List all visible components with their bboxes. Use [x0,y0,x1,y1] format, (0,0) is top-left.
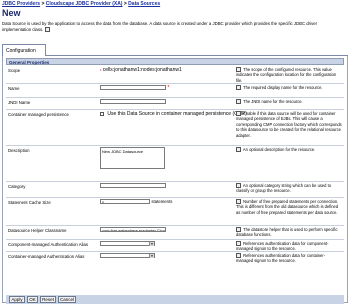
jndi-name-help-text: The JNDI name for the resource. [243,99,303,104]
category-value [100,183,166,189]
name-label: Name [8,86,20,91]
row-container-managed-persistence: Container managed persistence Use this D… [6,110,344,146]
name-help: The required display name for the resour… [236,85,342,91]
helper-classname-value: com.ibm.websphere.rsadapter.Clou [100,227,166,233]
help-icon[interactable] [44,27,50,33]
row-scope: Scope • cells:jonathanw1:nodes:jonathanw… [6,66,344,84]
scope-bullet: • [100,67,102,72]
statement-cache-size-value: 0 statements [100,199,172,205]
name-help-text: The required display name for the resour… [243,85,323,90]
statement-cache-size-input[interactable]: 0 [100,199,150,204]
breadcrumb-separator: > [123,1,127,7]
description-value: New JDBC Datasource [100,147,165,169]
apply-button[interactable]: Apply [9,296,25,303]
helper-classname-help: The datastore helper that is used to per… [236,227,342,238]
row-jndi-name: JNDI Name The JNDI name for the resource… [6,98,344,110]
name-value: * [100,85,169,91]
scope-value: • cells:jonathanw1:nodes:jonathanw1 [100,67,182,73]
helper-classname-label: Datasource Helper Classname [8,228,67,233]
container-auth-alias-select[interactable]: ▼ [100,253,155,258]
row-name: Name * The required display name for the… [6,84,344,98]
row-category: Category An optional category string whi… [6,182,344,198]
component-auth-alias-help-text: References authentication data for compo… [236,241,329,252]
container-auth-alias-help-text: References authentication data for conta… [236,253,326,264]
cmp-help: Enable if this data source will be used … [236,111,342,138]
row-datasource-helper-classname: Datasource Helper Classname com.ibm.webs… [6,226,344,240]
cmp-checkbox[interactable] [100,111,104,116]
scope-label: Scope [8,68,21,73]
reset-button[interactable]: Reset [40,296,56,303]
tab-configuration[interactable]: Configuration [2,44,46,56]
statement-cache-size-help: Number of free prepared statements per c… [236,199,342,215]
cmp-help-text: Enable if this data source will be used … [236,111,342,138]
breadcrumb: JDBC Providers > Cloudscape JDBC Provide… [2,1,160,7]
page-description: Data Source is used by the application t… [2,21,342,33]
section-header-general-properties: General Properties [6,58,344,65]
row-description: Description New JDBC Datasource An optio… [6,146,344,182]
description-textarea[interactable]: New JDBC Datasource [100,147,165,169]
help-icon[interactable] [236,99,241,105]
jndi-name-help: The JNDI name for the resource. [236,99,342,105]
button-bar: Apply OK Reset Cancel [6,295,344,304]
component-auth-alias-value: ▼ [100,241,155,247]
breadcrumb-cloudscape-provider[interactable]: Cloudscape JDBC Provider (XA) [46,1,123,7]
tab-bar: Configuration [2,42,348,56]
cmp-value: Use this Data Source in container manage… [100,111,247,117]
row-statement-cache-size: Statement Cache Size 0 statements Number… [6,198,344,226]
page-title: New [2,8,21,18]
helper-classname-help-text: The datastore helper that is used to per… [236,227,338,238]
jndi-name-label: JNDI Name [8,100,31,105]
cmp-checkbox-label: Use this Data Source in container manage… [107,111,247,117]
breadcrumb-jdbc-providers[interactable]: JDBC Providers [2,1,40,7]
breadcrumb-separator: > [41,1,45,7]
required-marker: * [167,85,170,91]
configuration-panel: General Properties Scope • cells:jonatha… [2,56,348,304]
chevron-down-icon: ▼ [149,242,154,246]
description-help: An optional description for the resource… [236,147,342,153]
help-icon[interactable] [236,85,241,91]
category-help: An optional category string which can be… [236,183,342,194]
ok-button[interactable]: OK [27,296,38,303]
row-component-auth-alias: Component-managed Authentication Alias ▼… [6,240,344,252]
statement-cache-size-unit: statements [151,199,173,204]
jndi-name-value [100,99,166,105]
category-label: Category [8,184,26,189]
statement-cache-size-help-text: Number of free prepared statements per c… [236,199,339,215]
scope-help-text: The scope of the configured resource. Th… [236,67,337,83]
statement-cache-size-label: Statement Cache Size [8,200,51,205]
container-auth-alias-value: ▼ [100,253,155,259]
category-help-text: An optional category string which can be… [236,183,331,194]
jndi-name-input[interactable] [100,99,166,104]
scope-help: The scope of the configured resource. Th… [236,67,342,83]
component-auth-alias-help: References authentication data for compo… [236,241,342,252]
cancel-button[interactable]: Cancel [58,296,76,303]
breadcrumb-data-sources[interactable]: Data Sources [128,1,160,7]
category-input[interactable] [100,183,166,188]
description-label: Description [8,148,30,153]
component-auth-alias-select[interactable]: ▼ [100,241,155,246]
description-help-text: An optional description for the resource… [242,147,316,152]
help-icon[interactable] [236,147,241,153]
component-auth-alias-label: Component-managed Authentication Alias [8,242,89,247]
chevron-down-icon: ▼ [149,254,154,258]
helper-classname-input[interactable]: com.ibm.websphere.rsadapter.Clou [100,227,166,232]
row-container-auth-alias: Container-managed Authentication Alias ▼… [6,252,344,264]
container-auth-alias-help: References authentication data for conta… [236,253,342,264]
scope-value-text: cells:jonathanw1:nodes:jonathanw1 [102,67,182,73]
name-input[interactable] [100,85,166,90]
container-auth-alias-label: Container-managed Authentication Alias [8,254,85,259]
cmp-label: Container managed persistence [8,112,69,117]
